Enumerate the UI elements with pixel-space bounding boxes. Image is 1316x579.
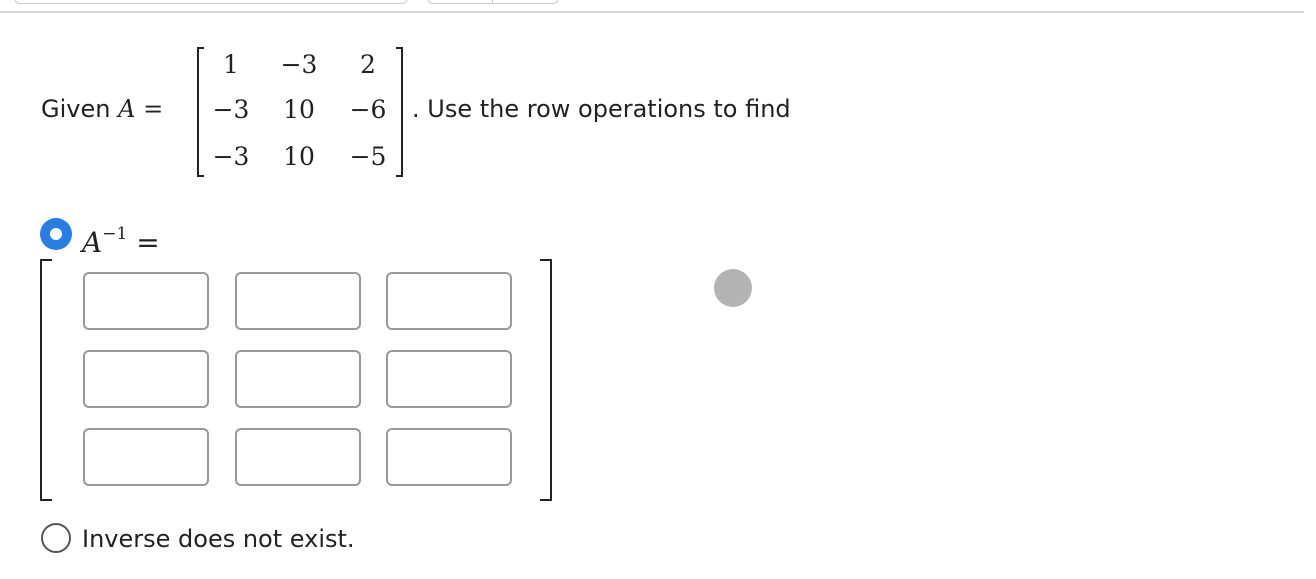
inverse-entry-input[interactable] [235,428,361,486]
inverse-entry-input[interactable] [386,272,512,330]
toolbar-divider [492,0,493,3]
matrix-symbol: A [118,95,136,123]
equals-sign: = [143,95,164,123]
inverse-entry-input[interactable] [235,272,361,330]
matrix-a: 1 −3 2 −3 10 −6 −3 10 −5 [197,47,403,177]
divider [0,11,1304,13]
given-label: Given [41,95,111,123]
question-given: Given A = [41,94,163,124]
inverse-entry-input[interactable] [235,350,361,408]
matrix-a-cell: 1 [223,50,239,79]
inverse-matrix [40,259,552,501]
inverse-equals: = [136,226,160,259]
inverse-entry-input[interactable] [83,350,209,408]
radio-no-inverse[interactable] [41,523,71,553]
toolbar-tab[interactable] [14,0,408,4]
matrix-a-cell: −3 [280,50,318,79]
inverse-exponent: −1 [102,224,128,244]
matrix-a-cell: 2 [360,50,376,79]
right-bracket [540,259,552,501]
inverse-symbol: A [82,226,103,259]
inverse-label: A−1 = [82,216,160,261]
inverse-entry-input[interactable] [83,272,209,330]
no-inverse-label[interactable]: Inverse does not exist. [82,523,355,555]
inverse-entry-input[interactable] [386,350,512,408]
left-bracket [40,259,52,501]
radio-inverse-selected[interactable] [40,218,72,250]
matrix-a-cell: −3 [212,95,250,124]
matrix-a-cell: 10 [283,95,315,124]
matrix-a-cell: −6 [349,95,387,124]
matrix-a-cell: −5 [349,142,387,171]
status-indicator [714,269,752,307]
inverse-entry-input[interactable] [83,428,209,486]
matrix-a-cell: −3 [212,142,250,171]
toolbar-button-group[interactable] [427,0,559,4]
matrix-a-cell: 10 [283,142,315,171]
inverse-entry-input[interactable] [386,428,512,486]
question-instruction: . Use the row operations to find [412,95,791,123]
